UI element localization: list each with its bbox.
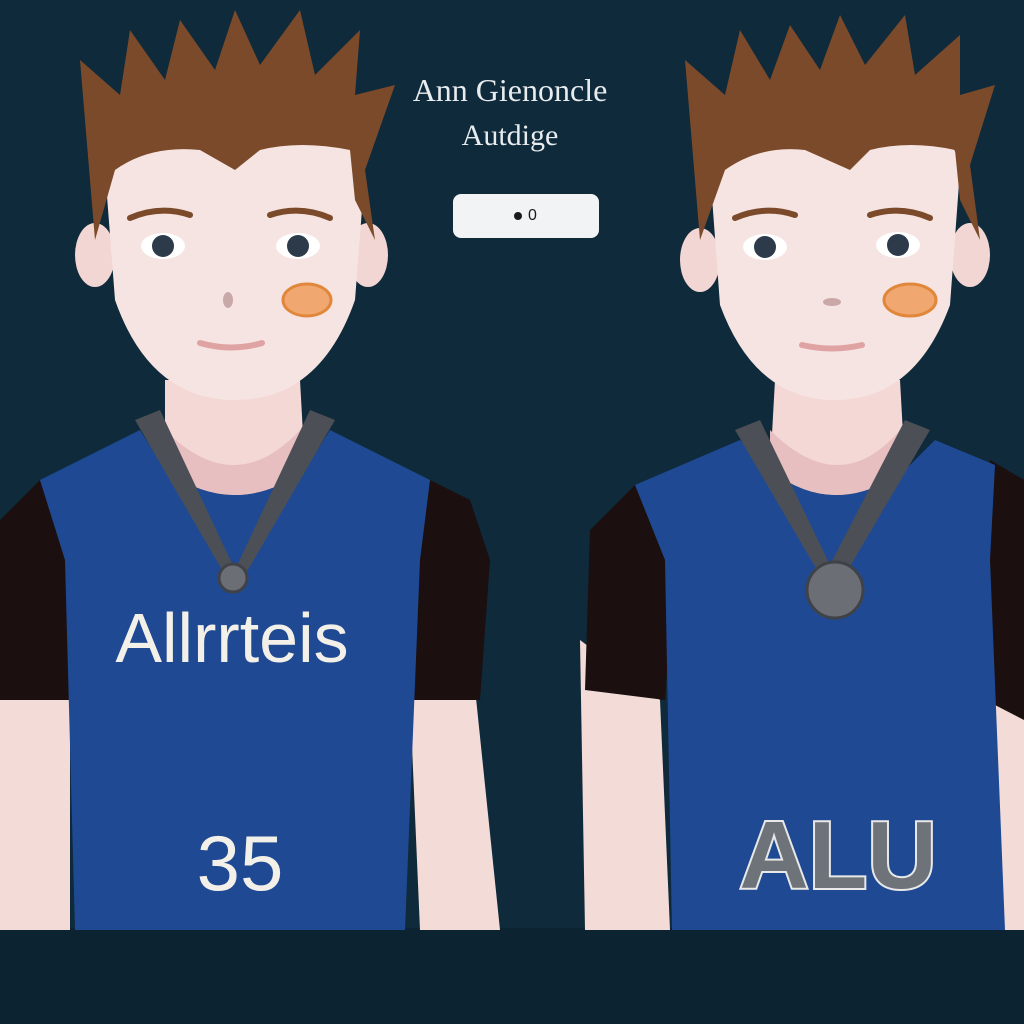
jersey-front-right: ALU	[739, 802, 936, 909]
center-badge[interactable]: 0	[453, 194, 599, 238]
title-line-2: Autdige	[461, 119, 559, 152]
scene: Allrrteis 35 ALU Ann Gienoncle Autdige 0	[0, 0, 1024, 1024]
center-badge-label: 0	[528, 207, 538, 224]
header: Ann Gienoncle Autdige	[380, 70, 640, 156]
dot-icon	[514, 212, 523, 220]
title-line-1: Ann Gienoncle	[412, 72, 608, 108]
